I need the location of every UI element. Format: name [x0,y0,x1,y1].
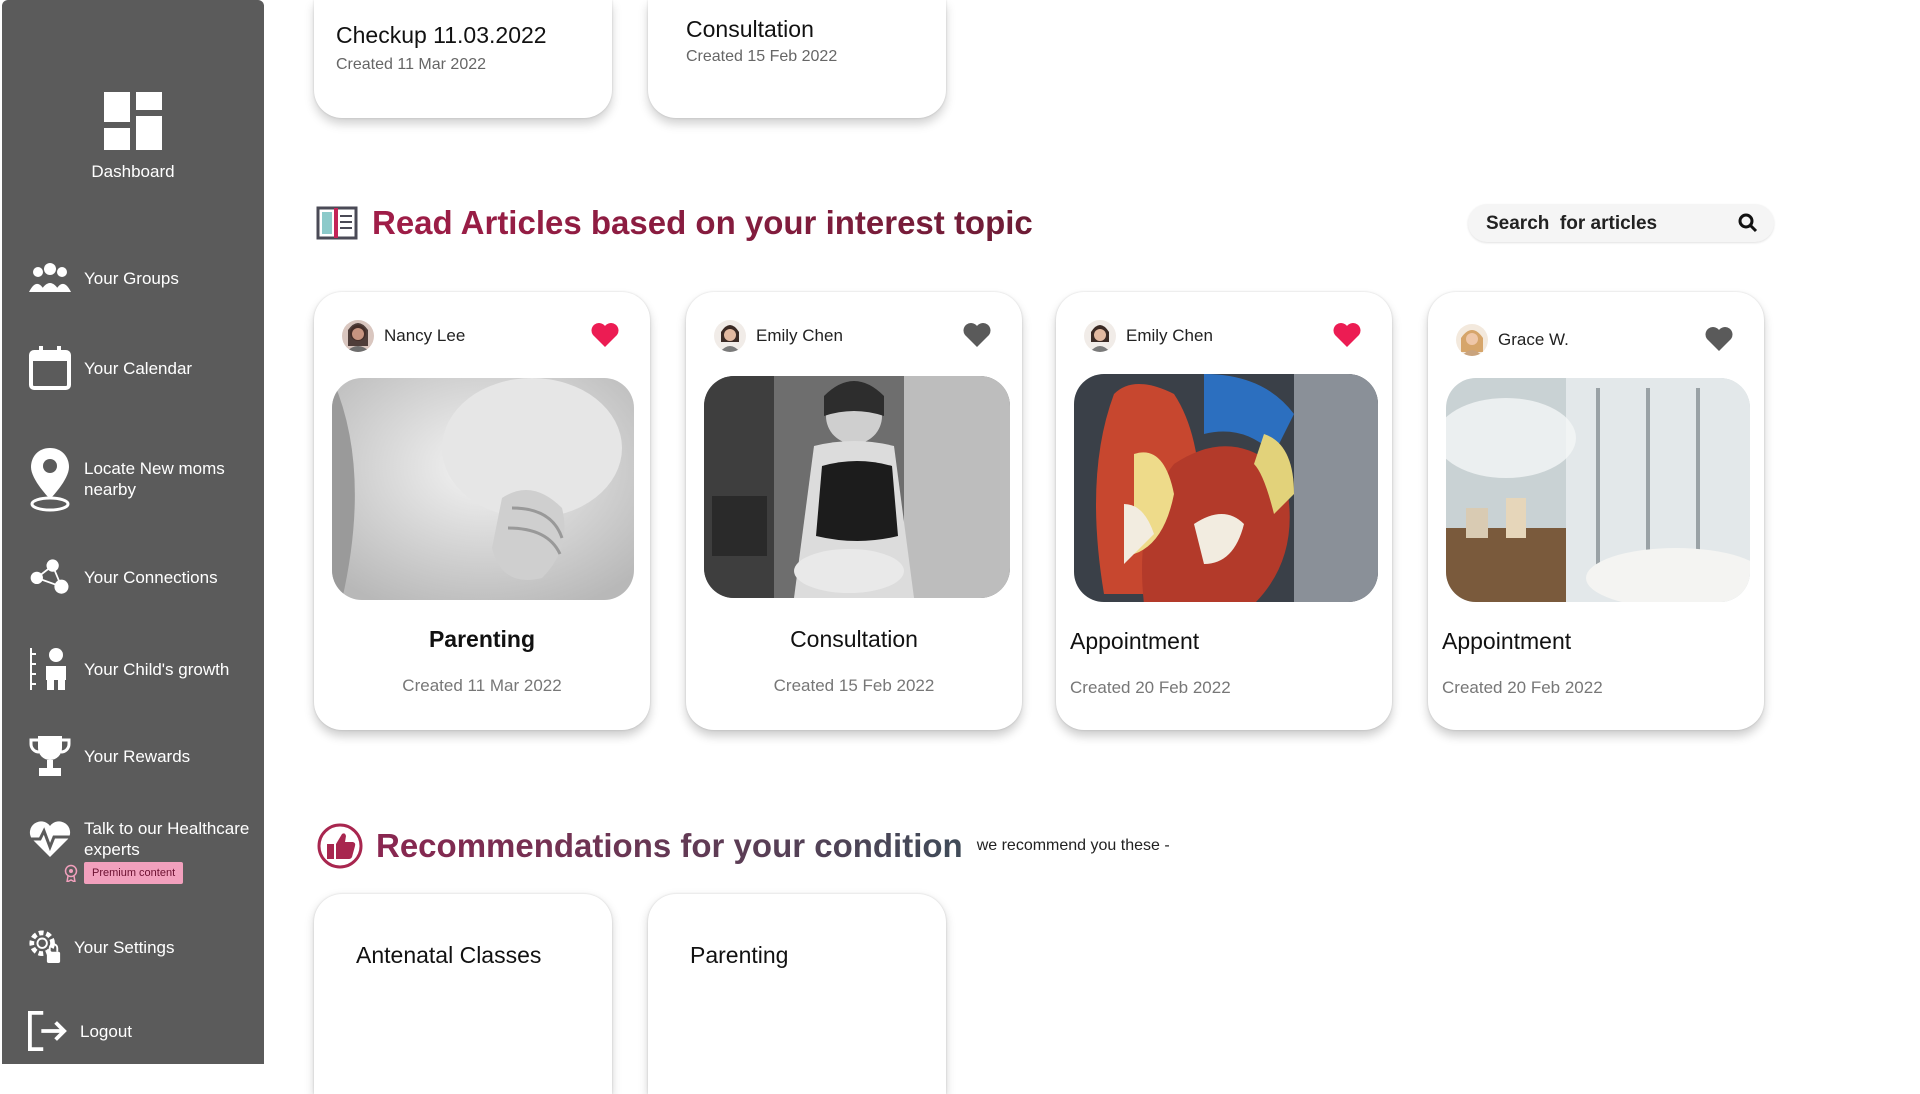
article-author: Emily Chen [1084,320,1213,352]
recommendation-title: Antenatal Classes [356,942,542,968]
article-image [1074,374,1378,602]
author-name: Emily Chen [1126,326,1213,345]
article-image [1446,378,1750,602]
favorite-heart-icon[interactable] [962,322,992,348]
recommendation-title: Parenting [690,942,789,968]
sidebar-item-label: Locate New moms nearby [84,459,225,499]
article-author: Emily Chen [714,320,843,352]
consultation-card[interactable]: Consultation Created 15 Feb 2022 [648,0,946,118]
sidebar-item-groups[interactable]: Your Groups [28,262,179,294]
sidebar-item-label: Logout [80,1021,132,1041]
article-search[interactable] [1468,204,1774,244]
sidebar-item-label: Your Child's growth [84,659,230,679]
avatar [342,320,374,352]
avatar [1084,320,1116,352]
sidebar-item-label: Your Rewards [84,746,191,766]
author-name: Nancy Lee [384,326,466,345]
favorite-heart-icon[interactable] [590,322,620,348]
section-subtitle: we recommend you these - [976,837,1170,854]
author-name: Grace W. [1498,330,1569,349]
card-date: Created 11 Mar 2022 [336,56,487,73]
calendar-icon [28,346,72,390]
settings-icon [28,928,62,966]
section-title: Read Articles based on your interest top… [372,204,1033,241]
sidebar-item-label: Your Groups [84,268,179,288]
article-title: Parenting [428,626,536,652]
trophy-icon [28,734,72,778]
article-title: Appointment [1070,628,1200,654]
sidebar: Dashboard Your Groups Your Calendar Loca… [2,0,264,1064]
article-date: Created 15 Feb 2022 [773,676,935,695]
sidebar-item-calendar[interactable]: Your Calendar [28,346,192,390]
recommendation-card[interactable]: Parenting [648,894,946,1094]
article-author: Nancy Lee [342,320,465,352]
section-title: Recommendations for your condition [376,827,963,864]
dashboard-label: Dashboard [91,162,175,181]
checkup-card[interactable]: Checkup 11.03.2022 Created 11 Mar 2022 [314,0,612,118]
article-date: Created 20 Feb 2022 [1442,678,1603,697]
favorite-heart-icon[interactable] [1704,326,1734,352]
sidebar-item-label: Your Connections [84,567,218,587]
favorite-heart-icon[interactable] [1332,322,1362,348]
groups-icon [28,262,72,294]
article-date: Created 20 Feb 2022 [1070,678,1231,697]
sidebar-item-healthcare-experts[interactable]: Talk to our Healthcare experts [28,818,254,860]
card-title: Consultation [686,16,814,42]
card-title: Checkup 11.03.2022 [336,22,547,48]
sidebar-item-label: Talk to our Healthcare experts [84,819,250,859]
connections-icon [28,556,72,598]
article-card[interactable]: Nancy Lee Parenting Created 11 Mar 2022 [314,292,650,730]
article-date: Created 11 Mar 2022 [402,676,562,695]
book-icon [316,206,358,240]
search-icon[interactable] [1738,213,1758,233]
logout-button[interactable]: Logout [28,1010,132,1052]
recommendations-heading: Recommendations for your condition we re… [316,822,1170,870]
location-pin-icon [28,446,72,512]
search-input[interactable] [1484,204,1728,244]
article-image [704,376,1010,598]
logout-icon [28,1010,68,1052]
sidebar-item-label: Your Settings [74,937,175,957]
thumbs-up-icon [317,823,363,869]
recommendation-card[interactable]: Antenatal Classes [314,894,612,1094]
article-author: Grace W. [1456,324,1569,356]
premium-badge: Premium content [64,862,184,884]
sidebar-item-label: Your Calendar [84,358,193,378]
avatar [1456,324,1488,356]
article-card[interactable]: Emily Chen Appointment Created 20 Feb 20… [1056,292,1392,730]
article-title: Consultation [790,626,918,652]
avatar [714,320,746,352]
author-name: Emily Chen [756,326,843,345]
award-icon [64,864,78,882]
card-date: Created 15 Feb 2022 [686,48,838,65]
sidebar-item-locate-moms[interactable]: Locate New moms nearby [28,446,254,512]
sidebar-item-rewards[interactable]: Your Rewards [28,734,190,778]
article-card[interactable]: Emily Chen Consultation Created 15 Feb 2… [686,292,1022,730]
article-image [332,378,634,600]
sidebar-item-settings[interactable]: Your Settings [28,928,175,966]
dashboard-icon [104,92,162,150]
premium-label: Premium content [84,862,184,884]
articles-heading: Read Articles based on your interest top… [316,204,1033,242]
child-growth-icon [28,646,72,692]
heart-pulse-icon [28,819,72,859]
sidebar-item-connections[interactable]: Your Connections [28,556,218,598]
article-card[interactable]: Grace W. Appointment Created 20 Feb 2022 [1428,292,1764,730]
dashboard-link[interactable]: Dashboard [2,92,264,182]
article-title: Appointment [1442,628,1572,654]
sidebar-item-child-growth[interactable]: Your Child's growth [28,646,229,692]
